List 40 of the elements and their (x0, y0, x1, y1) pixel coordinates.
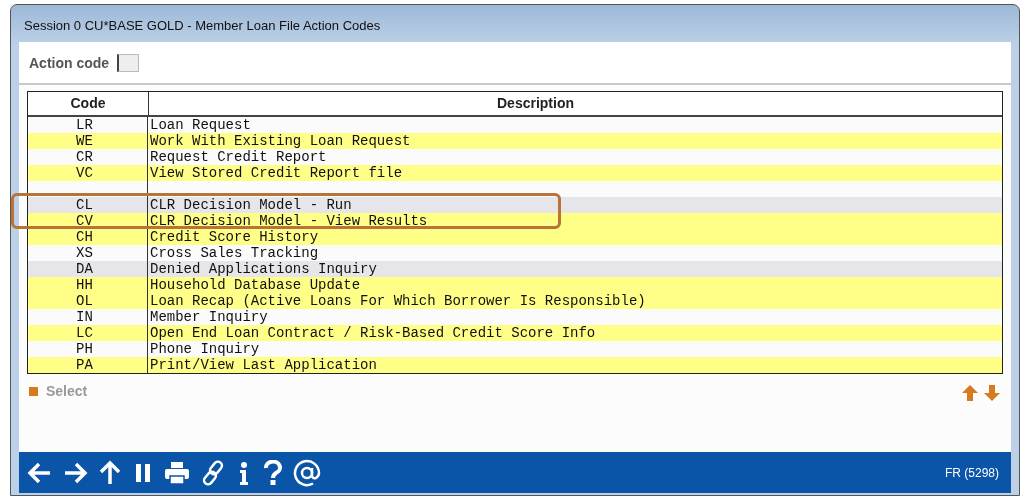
description-cell-text: CLR Decision Model - View Results (149, 213, 429, 229)
help-icon[interactable] (262, 459, 284, 486)
table-row[interactable]: CV CLR Decision Model - View Results (28, 213, 1002, 229)
description-cell-text: Phone Inquiry (149, 341, 261, 357)
table-row[interactable]: CH Credit Score History (28, 229, 1002, 245)
table-row[interactable]: VC View Stored Credit Report file (28, 165, 1002, 181)
code-cell: PA (28, 357, 148, 373)
up-arrow-icon[interactable] (97, 459, 123, 486)
arrow-down-icon[interactable] (983, 384, 1001, 402)
description-cell-text: Denied Applications Inquiry (149, 261, 378, 277)
column-header: Code (28, 92, 149, 115)
link-icon[interactable] (200, 459, 226, 486)
table-row[interactable]: LC Open End Loan Contract / Risk-Based Credit Score Info (28, 325, 1002, 341)
table-row[interactable]: CL CLR Decision Model - Run (28, 197, 1002, 213)
action-code-label: Action code (29, 54, 110, 71)
at-sign-icon[interactable] (293, 458, 321, 487)
column-header: Description (496, 94, 575, 113)
description-cell-text: Loan Recap (Active Loans For Which Borrower Is Responsible) (149, 293, 647, 309)
screen-id: FR (5298) (944, 465, 999, 480)
description-cell-text: Credit Score History (149, 229, 320, 245)
action-code-field[interactable] (117, 53, 140, 72)
description-cell-text: Work With Existing Loan Request (149, 133, 412, 149)
description-cell-text: Open End Loan Contract / Risk-Based Credit Score Info (149, 325, 597, 341)
description-cell-text: View Stored Credit Report file (149, 165, 404, 181)
description-cell-text: Member Inquiry (149, 309, 269, 325)
description-cell-text: Household Database Update (149, 277, 362, 293)
bullet-icon (29, 386, 38, 396)
table-row[interactable]: HH Household Database Update (28, 277, 1002, 293)
table-row[interactable]: PA Print/View Last Application (28, 357, 1002, 373)
table-row[interactable]: WE Work With Existing Loan Request (28, 133, 1002, 149)
description-cell-text: Loan Request (149, 117, 252, 133)
table-row[interactable]: DA Denied Applications Inquiry (28, 261, 1002, 277)
description-cell-text: Print/View Last Application (149, 357, 378, 373)
description-cell-text: Request Credit Report (149, 149, 328, 165)
description-cell-text: CLR Decision Model - Run (149, 197, 353, 213)
window-title: Session 0 CU*BASE GOLD - Member Loan File Action Codes (23, 17, 382, 35)
description-cell-text: Cross Sales Tracking (149, 245, 320, 261)
table-row[interactable]: OL Loan Recap (Active Loans For Which Borrower Is Responsible) (28, 293, 1002, 309)
arrow-up-icon[interactable] (961, 384, 979, 402)
printer-icon[interactable] (163, 459, 191, 486)
